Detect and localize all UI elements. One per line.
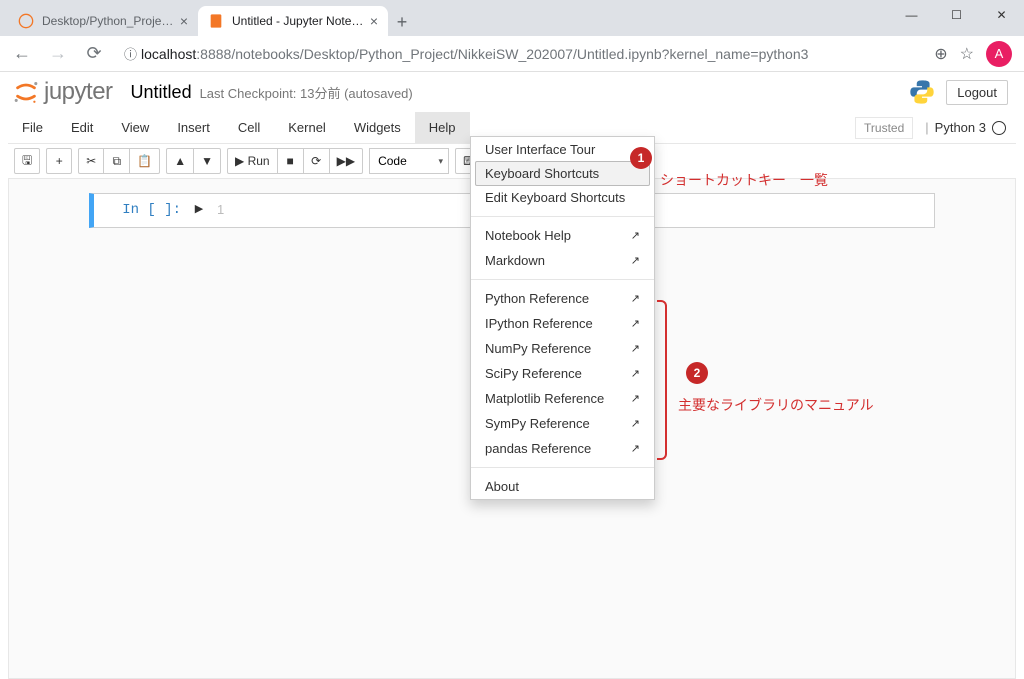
external-link-icon: ↗: [631, 254, 640, 267]
help-edit-shortcuts[interactable]: Edit Keyboard Shortcuts: [471, 185, 654, 210]
jupyter-logo-icon: [12, 78, 40, 106]
menu-view[interactable]: View: [107, 112, 163, 143]
external-link-icon: ↗: [631, 342, 640, 355]
checkpoint-status: Last Checkpoint: 13分前 (autosaved): [200, 83, 413, 102]
zoom-icon[interactable]: ⊕: [934, 44, 947, 64]
external-link-icon: ↗: [631, 392, 640, 405]
reload-button[interactable]: ⟳: [80, 40, 108, 68]
cut-button[interactable]: ✂: [78, 148, 104, 174]
browser-tab-strip: Desktop/Python_Project/NikkeiS × Untitle…: [0, 0, 1024, 36]
url-input[interactable]: ⓘ localhost:8888/notebooks/Desktop/Pytho…: [116, 44, 926, 63]
address-bar: ← → ⟳ ⓘ localhost:8888/notebooks/Desktop…: [0, 36, 1024, 72]
new-tab-button[interactable]: +: [388, 8, 416, 36]
cell-type-select[interactable]: Code: [369, 148, 449, 174]
site-info-icon[interactable]: ⓘ: [124, 44, 137, 63]
notebook-favicon: [208, 13, 224, 29]
url-path: :8888/notebooks/Desktop/Python_Project/N…: [196, 46, 808, 62]
external-link-icon: ↗: [631, 367, 640, 380]
kernel-status-icon: [992, 121, 1006, 135]
kernel-name: Python 3: [935, 120, 986, 135]
jupyter-logo[interactable]: jupyter: [12, 78, 113, 106]
trusted-indicator[interactable]: Trusted: [855, 117, 913, 139]
help-pandas-ref[interactable]: pandas Reference↗: [471, 436, 654, 461]
tab-title: Desktop/Python_Project/NikkeiS: [42, 14, 174, 28]
paste-button[interactable]: 📋: [130, 148, 160, 174]
help-matplotlib-ref[interactable]: Matplotlib Reference↗: [471, 386, 654, 411]
profile-avatar[interactable]: A: [986, 41, 1012, 67]
menu-kernel[interactable]: Kernel: [274, 112, 340, 143]
help-python-ref[interactable]: Python Reference↗: [471, 286, 654, 311]
window-minimize[interactable]: —: [889, 0, 934, 30]
menu-separator: [471, 467, 654, 468]
window-close[interactable]: ✕: [979, 0, 1024, 30]
run-button[interactable]: ▶ Run: [227, 148, 278, 174]
stop-button[interactable]: ■: [278, 148, 304, 174]
browser-tab[interactable]: Desktop/Python_Project/NikkeiS ×: [8, 6, 198, 36]
close-icon[interactable]: ×: [370, 13, 378, 29]
forward-button[interactable]: →: [44, 40, 72, 68]
menu-cell[interactable]: Cell: [224, 112, 274, 143]
logout-button[interactable]: Logout: [946, 80, 1008, 105]
external-link-icon: ↗: [631, 229, 640, 242]
help-numpy-ref[interactable]: NumPy Reference↗: [471, 336, 654, 361]
restart-run-all-button[interactable]: ▶▶: [330, 148, 363, 174]
jupyter-header: jupyter Untitled Last Checkpoint: 13分前 (…: [4, 72, 1020, 108]
jupyter-logo-text: jupyter: [44, 78, 113, 106]
external-link-icon: ↗: [631, 317, 640, 330]
help-notebook[interactable]: Notebook Help↗: [471, 223, 654, 248]
annotation-badge-1: 1: [630, 147, 652, 169]
jupyter-favicon: [18, 13, 34, 29]
notebook-name[interactable]: Untitled: [131, 82, 192, 103]
menu-file[interactable]: File: [8, 112, 57, 143]
annotation-badge-2: 2: [686, 362, 708, 384]
menu-widgets[interactable]: Widgets: [340, 112, 415, 143]
help-markdown[interactable]: Markdown↗: [471, 248, 654, 273]
back-button[interactable]: ←: [8, 40, 36, 68]
tab-title: Untitled - Jupyter Notebook: [232, 14, 364, 28]
menu-separator: [471, 216, 654, 217]
menu-separator: [471, 279, 654, 280]
copy-button[interactable]: ⧉: [104, 148, 130, 174]
menu-help[interactable]: Help: [415, 112, 470, 143]
restart-button[interactable]: ⟳: [304, 148, 330, 174]
annotation-text-1: ショートカットキー 一覧: [660, 170, 828, 190]
annotation-text-2: 主要なライブラリのマニュアル: [678, 395, 874, 415]
menu-insert[interactable]: Insert: [163, 112, 224, 143]
browser-tab-active[interactable]: Untitled - Jupyter Notebook ×: [198, 6, 388, 36]
help-about[interactable]: About: [471, 474, 654, 499]
external-link-icon: ↗: [631, 417, 640, 430]
url-host: localhost: [141, 46, 196, 62]
save-button[interactable]: 🖫: [14, 148, 40, 174]
run-cell-icon[interactable]: ▶: [189, 198, 209, 223]
line-number: 1: [217, 202, 224, 217]
annotation-bracket: [657, 300, 667, 460]
add-cell-button[interactable]: +: [46, 148, 72, 174]
kernel-indicator[interactable]: | Python 3: [925, 120, 1006, 135]
help-keyboard-shortcuts[interactable]: Keyboard Shortcuts: [475, 161, 650, 186]
help-sympy-ref[interactable]: SymPy Reference↗: [471, 411, 654, 436]
bookmark-icon[interactable]: ☆: [960, 44, 974, 64]
help-scipy-ref[interactable]: SciPy Reference↗: [471, 361, 654, 386]
help-ipython-ref[interactable]: IPython Reference↗: [471, 311, 654, 336]
window-maximize[interactable]: ☐: [934, 0, 979, 30]
external-link-icon: ↗: [631, 442, 640, 455]
close-icon[interactable]: ×: [180, 13, 188, 29]
help-ui-tour[interactable]: User Interface Tour: [471, 137, 654, 162]
move-up-button[interactable]: ▲: [166, 148, 194, 174]
external-link-icon: ↗: [631, 292, 640, 305]
python-logo-icon: [908, 78, 936, 106]
menu-edit[interactable]: Edit: [57, 112, 107, 143]
help-dropdown: User Interface Tour Keyboard Shortcuts E…: [470, 136, 655, 500]
move-down-button[interactable]: ▼: [194, 148, 221, 174]
cell-prompt: In [ ]:: [94, 198, 189, 223]
